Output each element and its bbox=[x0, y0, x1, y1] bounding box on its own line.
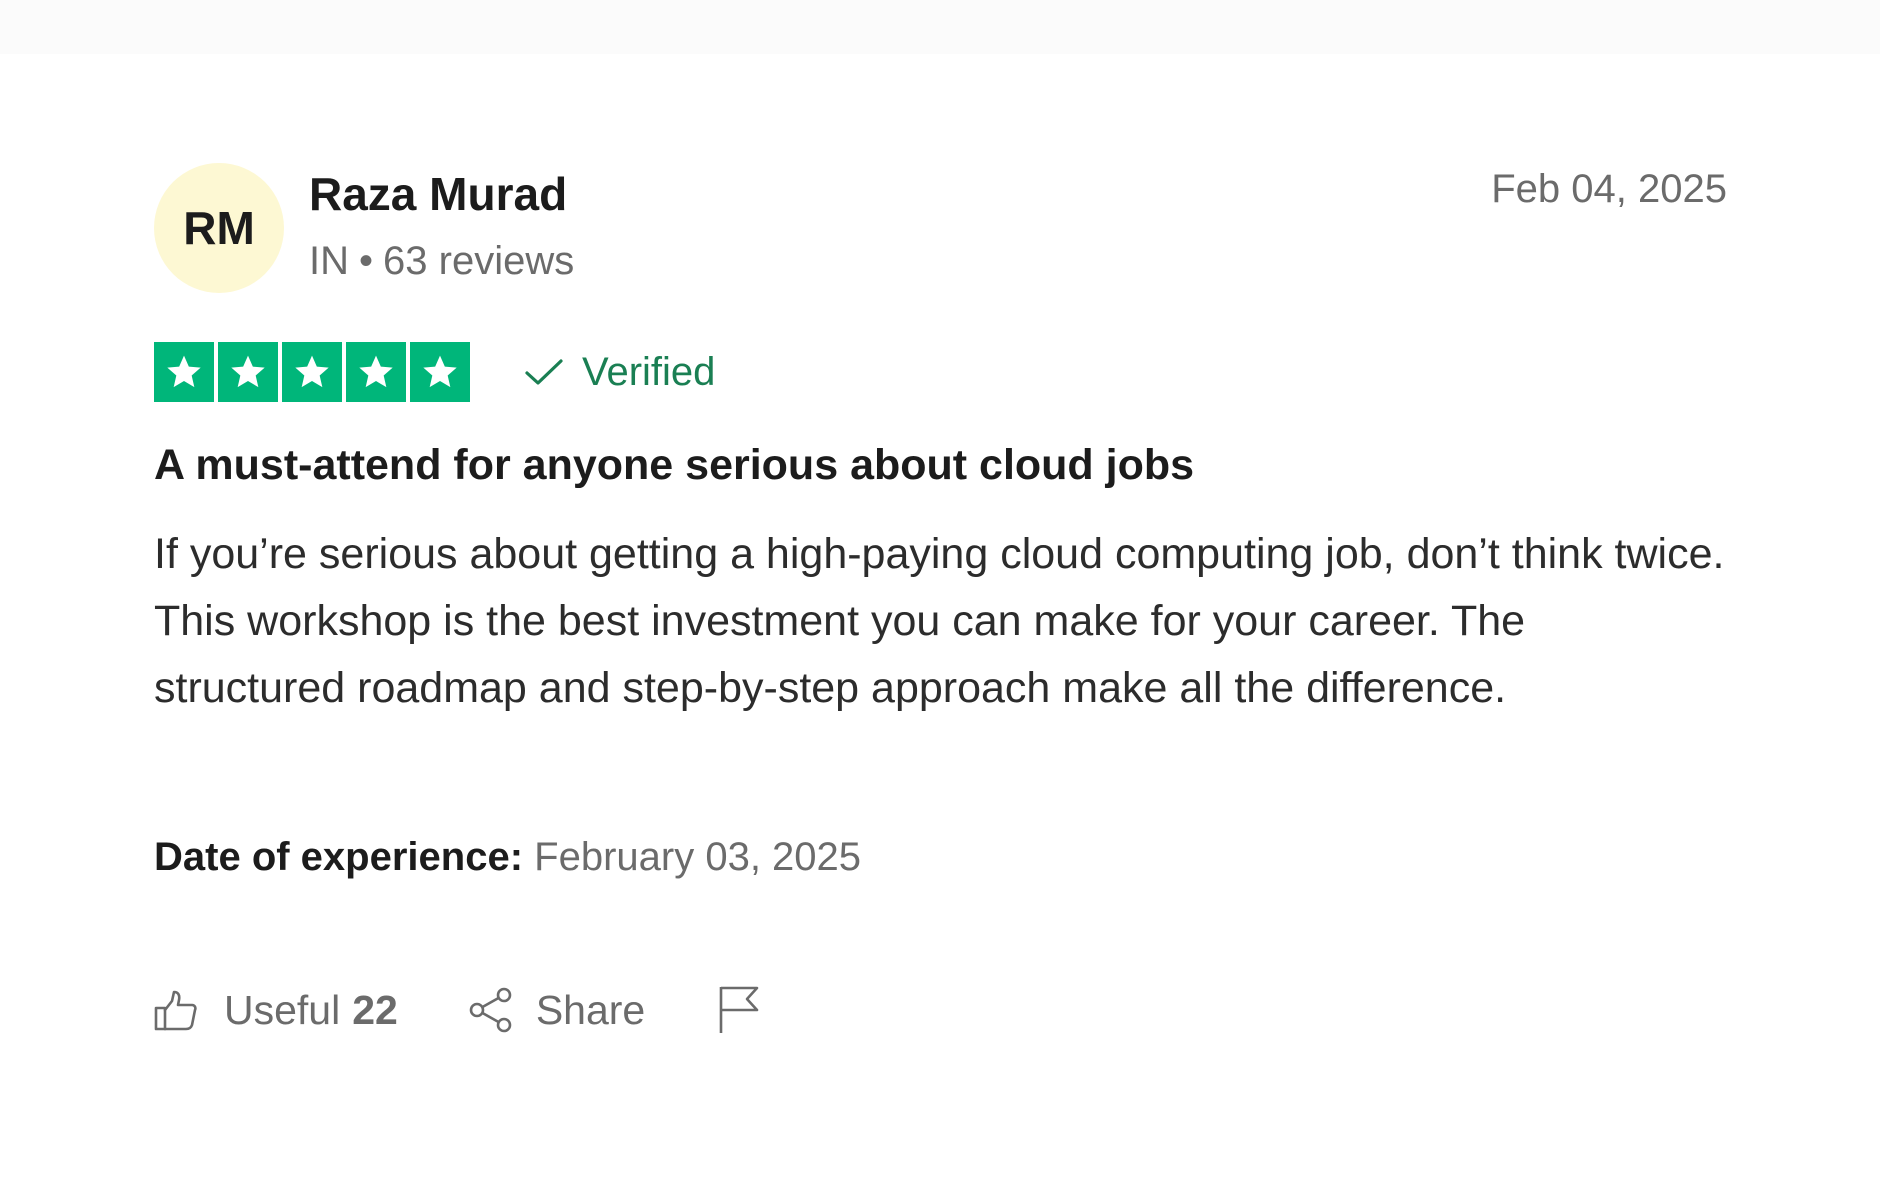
review-title[interactable]: A must-attend for anyone serious about c… bbox=[154, 441, 1194, 490]
report-button[interactable] bbox=[717, 985, 761, 1035]
flag-icon bbox=[717, 985, 761, 1035]
verified-label: Verified bbox=[582, 349, 716, 394]
thumbs-up-icon bbox=[154, 988, 198, 1032]
star-icon bbox=[218, 342, 278, 402]
review-header: RM Raza Murad IN • 63 reviews Feb 04, 2025 bbox=[154, 163, 1727, 298]
reviewer-review-count: 63 reviews bbox=[383, 239, 575, 283]
meta-separator: • bbox=[359, 239, 374, 283]
star-rating bbox=[154, 342, 470, 402]
share-button[interactable]: Share bbox=[468, 987, 645, 1034]
share-label: Share bbox=[535, 986, 646, 1033]
useful-count: 22 bbox=[352, 986, 398, 1033]
star-icon bbox=[346, 342, 406, 402]
star-icon bbox=[154, 342, 214, 402]
reviewer-country: IN bbox=[309, 239, 349, 283]
useful-button[interactable]: Useful 22 bbox=[154, 987, 398, 1034]
rating-row: Verified bbox=[154, 341, 715, 403]
review-card: RM Raza Murad IN • 63 reviews Feb 04, 2025… bbox=[154, 163, 1727, 1033]
review-page: RM Raza Murad IN • 63 reviews Feb 04, 2025… bbox=[0, 0, 1880, 1200]
avatar-initials: RM bbox=[183, 202, 255, 254]
date-of-experience: Date of experience: February 03, 2025 bbox=[154, 835, 861, 880]
top-strip bbox=[0, 0, 1880, 54]
verified-badge[interactable]: Verified bbox=[524, 350, 715, 395]
review-date: Feb 04, 2025 bbox=[1491, 167, 1727, 211]
useful-label: Useful bbox=[224, 986, 341, 1033]
reviewer-meta: IN • 63 reviews bbox=[309, 239, 574, 284]
share-icon bbox=[468, 987, 514, 1033]
review-body: If you’re serious about getting a high-p… bbox=[154, 530, 1725, 712]
check-icon bbox=[524, 357, 564, 387]
review-actions: Useful 22 Share bbox=[154, 980, 761, 1040]
star-icon bbox=[410, 342, 470, 402]
experience-label: Date of experience: bbox=[154, 835, 524, 879]
avatar[interactable]: RM bbox=[154, 163, 284, 293]
star-icon bbox=[282, 342, 342, 402]
reviewer-name[interactable]: Raza Murad bbox=[309, 167, 567, 221]
experience-date: February 03, 2025 bbox=[534, 835, 862, 879]
